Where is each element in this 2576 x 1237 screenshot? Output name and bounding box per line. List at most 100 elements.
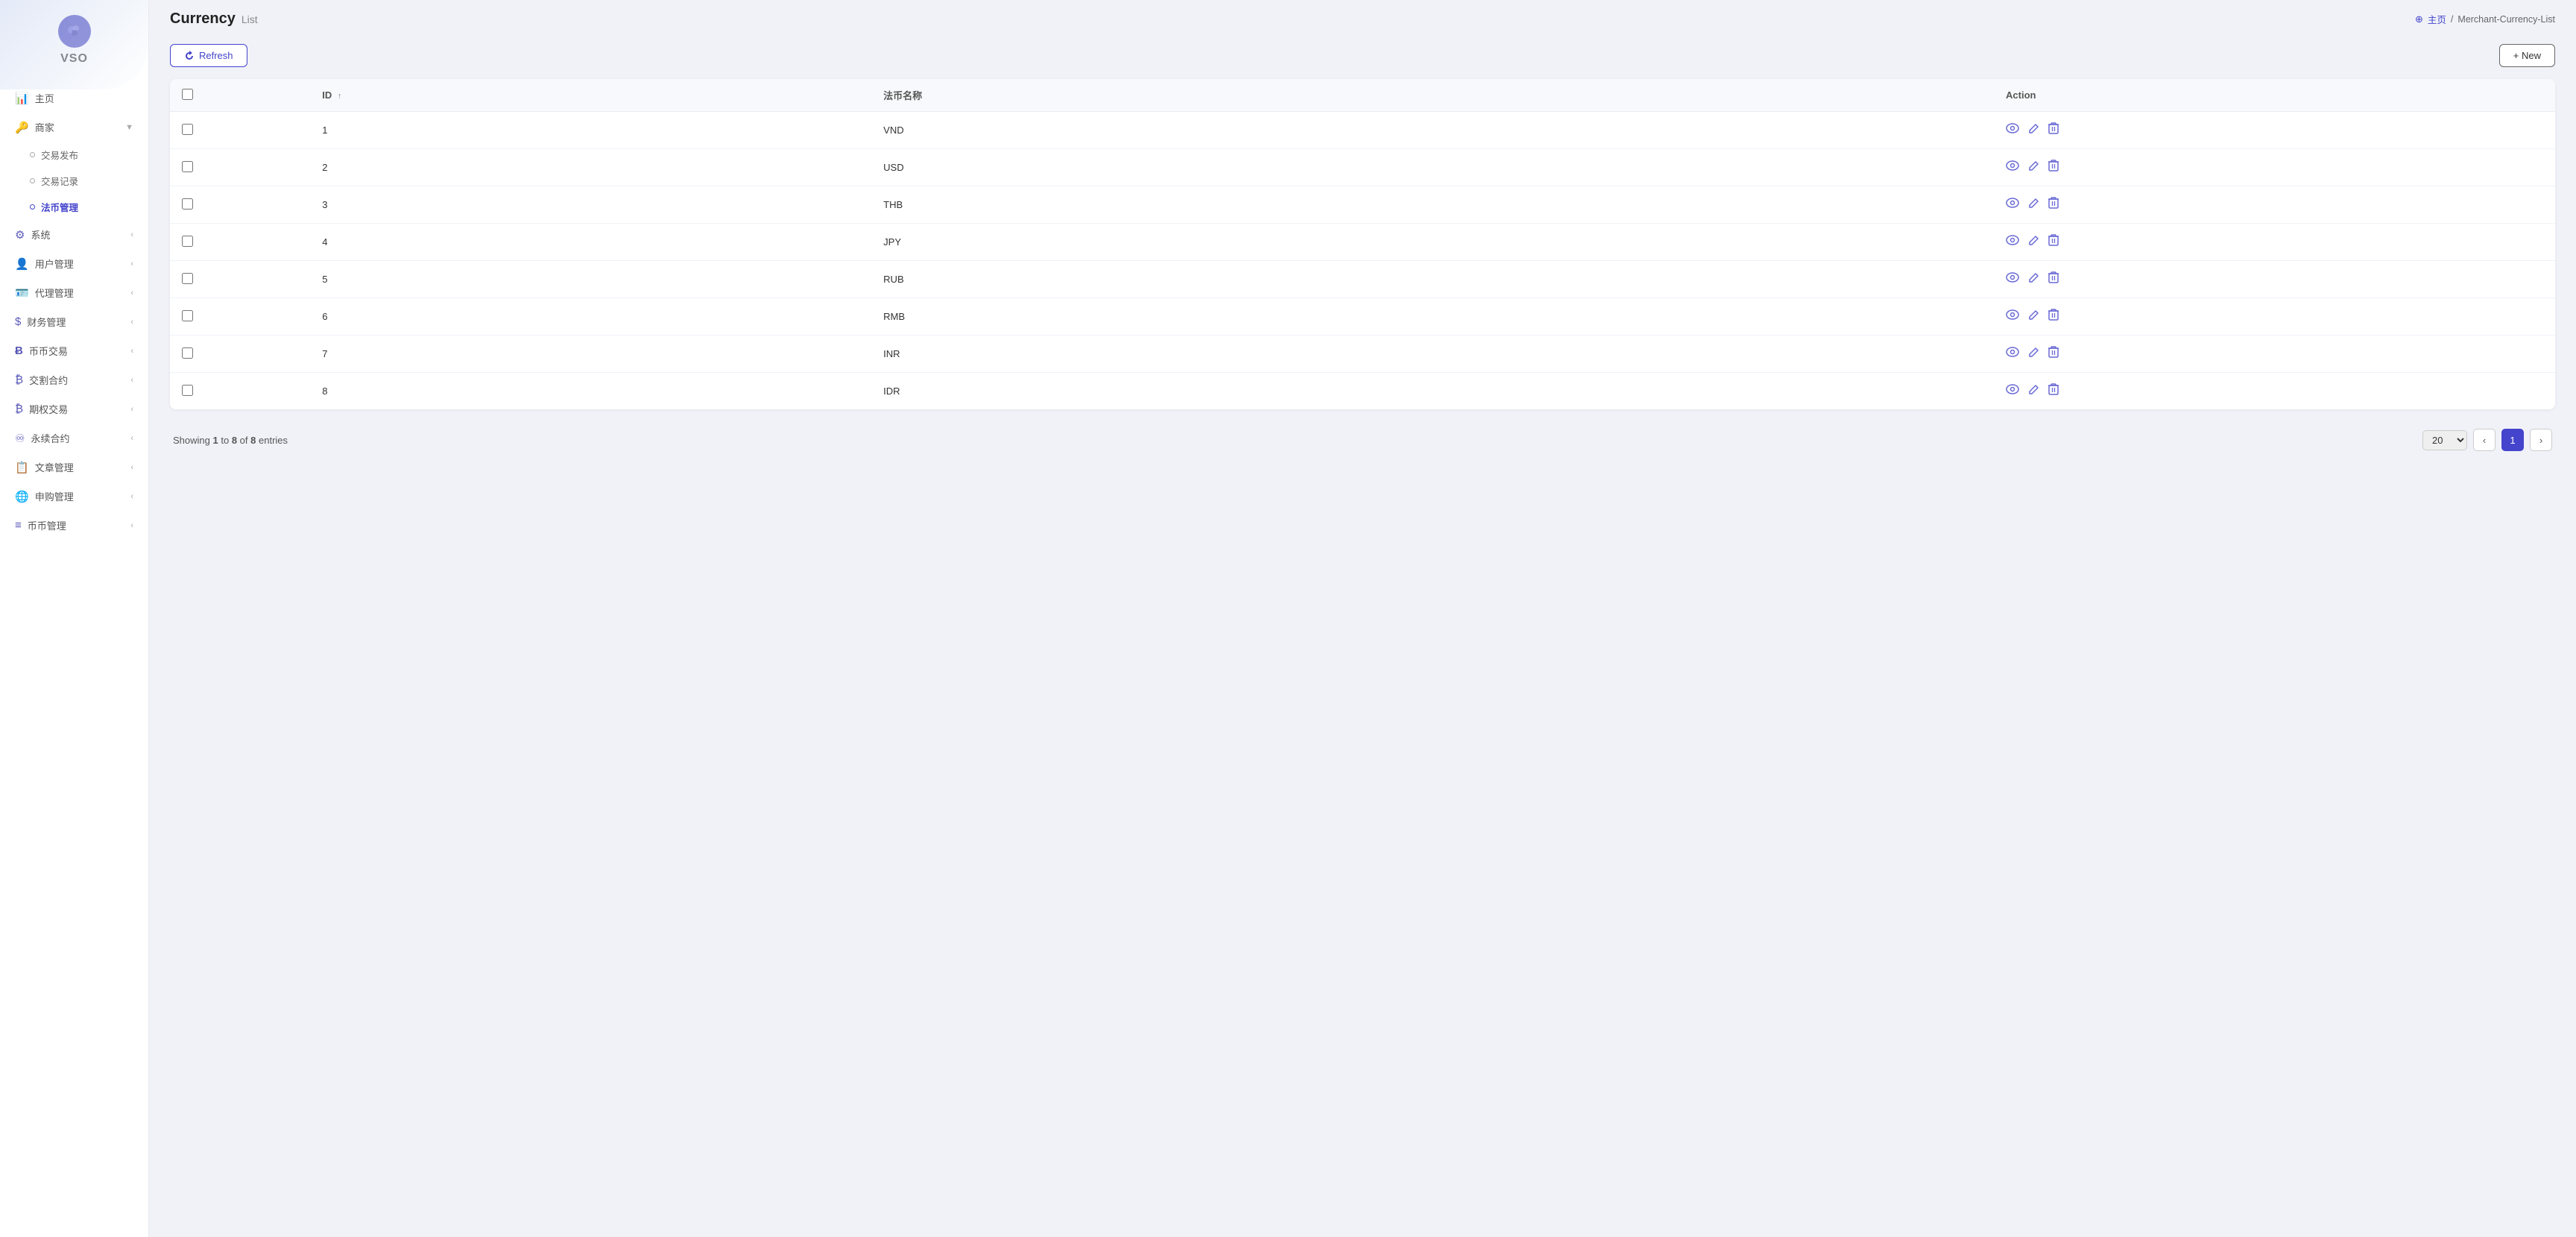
refresh-icon bbox=[184, 51, 195, 61]
edit-icon[interactable] bbox=[2028, 347, 2039, 362]
view-icon[interactable] bbox=[2006, 272, 2019, 286]
edit-icon[interactable] bbox=[2028, 235, 2039, 250]
action-icons bbox=[2006, 234, 2543, 250]
sidebar-item-system[interactable]: ⚙ 系统 ‹ bbox=[0, 220, 148, 249]
next-page-button[interactable]: › bbox=[2530, 429, 2552, 451]
chevron-right-icon: ‹ bbox=[130, 463, 133, 472]
view-icon[interactable] bbox=[2006, 235, 2019, 249]
sort-icon[interactable]: ↑ bbox=[338, 92, 342, 101]
row-id-cell: 1 bbox=[310, 112, 871, 149]
row-checkbox[interactable] bbox=[182, 385, 193, 396]
sidebar-item-user-manage-label: 用户管理 bbox=[35, 256, 74, 271]
row-id-cell: 8 bbox=[310, 373, 871, 410]
agent-icon: 🪪 bbox=[15, 286, 29, 300]
options-icon: ₿ bbox=[15, 403, 23, 415]
menu-icon: ≡ bbox=[15, 519, 22, 532]
table-footer: Showing 1 to 8 of 8 entries 20 50 100 ‹ … bbox=[170, 421, 2555, 453]
view-icon[interactable] bbox=[2006, 198, 2019, 212]
row-checkbox[interactable] bbox=[182, 347, 193, 359]
chevron-right-icon: ‹ bbox=[130, 405, 133, 414]
view-icon[interactable] bbox=[2006, 160, 2019, 174]
table-row: 3 THB bbox=[170, 186, 2555, 224]
delete-icon[interactable] bbox=[2048, 197, 2059, 213]
row-checkbox[interactable] bbox=[182, 273, 193, 284]
row-check-cell bbox=[170, 149, 310, 186]
view-icon[interactable] bbox=[2006, 123, 2019, 137]
delete-icon[interactable] bbox=[2048, 271, 2059, 287]
edit-icon[interactable] bbox=[2028, 309, 2039, 324]
delete-icon[interactable] bbox=[2048, 383, 2059, 399]
page-size-select[interactable]: 20 50 100 bbox=[2422, 430, 2467, 450]
delete-icon[interactable] bbox=[2048, 160, 2059, 175]
sidebar-item-options-trade[interactable]: ₿ 期权交易 ‹ bbox=[0, 394, 148, 424]
sidebar-item-home[interactable]: 📊 主页 bbox=[0, 84, 148, 113]
article-icon: 📋 bbox=[15, 461, 29, 474]
row-checkbox[interactable] bbox=[182, 124, 193, 135]
edit-icon[interactable] bbox=[2028, 198, 2039, 213]
sidebar-item-perpetual[interactable]: ♾ 永续合约 ‹ bbox=[0, 424, 148, 453]
row-checkbox[interactable] bbox=[182, 198, 193, 210]
refresh-button[interactable]: Refresh bbox=[170, 44, 247, 67]
sidebar-item-agent-manage[interactable]: 🪪 代理管理 ‹ bbox=[0, 278, 148, 307]
table-row: 7 INR bbox=[170, 336, 2555, 373]
sidebar-item-coin-trade-label: 币币交易 bbox=[29, 344, 68, 358]
row-action-cell bbox=[1994, 336, 2555, 373]
row-name-cell: RUB bbox=[871, 261, 1994, 298]
column-action: Action bbox=[1994, 79, 2555, 112]
row-action-cell bbox=[1994, 149, 2555, 186]
delete-icon[interactable] bbox=[2048, 234, 2059, 250]
edit-icon[interactable] bbox=[2028, 272, 2039, 287]
view-icon[interactable] bbox=[2006, 347, 2019, 361]
row-checkbox[interactable] bbox=[182, 310, 193, 321]
delete-icon[interactable] bbox=[2048, 309, 2059, 324]
chevron-right-icon: ‹ bbox=[130, 318, 133, 327]
sidebar-item-contract-split[interactable]: ₿ 交割合约 ‹ bbox=[0, 365, 148, 394]
edit-icon[interactable] bbox=[2028, 123, 2039, 138]
sidebar-item-trade-record-label: 交易记录 bbox=[41, 174, 78, 188]
action-icons bbox=[2006, 271, 2543, 287]
showing-to: 8 bbox=[232, 435, 237, 446]
chevron-right-icon: ‹ bbox=[130, 492, 133, 501]
sidebar-item-finance-manage[interactable]: $ 财务管理 ‹ bbox=[0, 307, 148, 336]
new-button[interactable]: + New bbox=[2499, 44, 2555, 67]
sidebar-item-user-manage[interactable]: 👤 用户管理 ‹ bbox=[0, 249, 148, 278]
prev-page-button[interactable]: ‹ bbox=[2473, 429, 2496, 451]
sidebar-item-trade-publish[interactable]: 交易发布 bbox=[0, 142, 148, 168]
column-name: 法币名称 bbox=[871, 79, 1994, 112]
sidebar-item-currency-manage2[interactable]: ≡ 币币管理 ‹ bbox=[0, 511, 148, 540]
toolbar: Refresh + New bbox=[170, 44, 2555, 67]
column-name-label: 法币名称 bbox=[883, 90, 922, 101]
sidebar-item-agent-manage-label: 代理管理 bbox=[35, 286, 74, 300]
page-header: Currency List ⊕ 主页 / Merchant-Currency-L… bbox=[149, 0, 2576, 32]
sidebar-item-trade-publish-label: 交易发布 bbox=[41, 148, 78, 162]
row-id-cell: 6 bbox=[310, 298, 871, 336]
sidebar-item-finance-manage-label: 财务管理 bbox=[27, 315, 66, 329]
sidebar-item-currency-manage[interactable]: 法币管理 bbox=[0, 194, 148, 220]
system-icon: ⚙ bbox=[15, 228, 25, 242]
delete-icon[interactable] bbox=[2048, 346, 2059, 362]
row-id-cell: 5 bbox=[310, 261, 871, 298]
sidebar-item-article-manage[interactable]: 📋 文章管理 ‹ bbox=[0, 453, 148, 482]
sidebar-item-trade-record[interactable]: 交易记录 bbox=[0, 168, 148, 194]
sidebar-item-coin-trade[interactable]: Ƀ 币币交易 ‹ bbox=[0, 336, 148, 365]
page-1-button[interactable]: 1 bbox=[2501, 429, 2524, 451]
sidebar-item-subscribe-manage[interactable]: 🌐 申购管理 ‹ bbox=[0, 482, 148, 511]
table-body: 1 VND bbox=[170, 112, 2555, 410]
row-checkbox[interactable] bbox=[182, 161, 193, 172]
delete-icon[interactable] bbox=[2048, 122, 2059, 138]
sidebar-item-merchant[interactable]: 🔑 商家 ▼ bbox=[0, 113, 148, 142]
table-row: 2 USD bbox=[170, 149, 2555, 186]
page-title: Currency bbox=[170, 10, 236, 28]
view-icon[interactable] bbox=[2006, 384, 2019, 398]
dot-icon bbox=[30, 152, 35, 157]
row-checkbox[interactable] bbox=[182, 236, 193, 247]
breadcrumb-home[interactable]: 主页 bbox=[2428, 12, 2446, 26]
sidebar-item-article-manage-label: 文章管理 bbox=[35, 460, 74, 474]
select-all-checkbox[interactable] bbox=[182, 89, 193, 100]
showing-of-label: of bbox=[240, 435, 250, 446]
view-icon[interactable] bbox=[2006, 309, 2019, 324]
edit-icon[interactable] bbox=[2028, 160, 2039, 175]
edit-icon[interactable] bbox=[2028, 384, 2039, 399]
sidebar-item-subscribe-manage-label: 申购管理 bbox=[35, 489, 74, 503]
table-row: 4 JPY bbox=[170, 224, 2555, 261]
